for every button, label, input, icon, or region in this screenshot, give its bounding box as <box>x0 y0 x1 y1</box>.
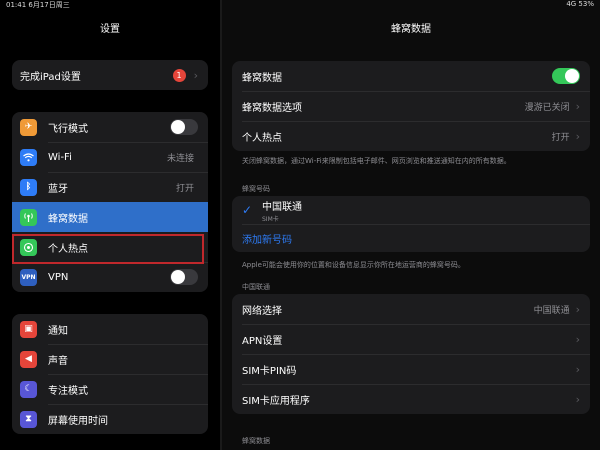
sidebar-item-label: Wi-Fi <box>48 151 72 163</box>
row-value: 打开 <box>551 132 570 143</box>
sidebar-item-screen-time[interactable]: ⧗ 屏幕使用时间 <box>12 404 208 434</box>
sidebar-item-wifi[interactable]: Wi-Fi 未连接 <box>12 142 208 172</box>
row-label: SIM卡PIN码 <box>242 365 297 377</box>
sidebar-item-label: 通知 <box>48 325 68 337</box>
row-label: 网络选择 <box>242 305 282 317</box>
checkmark-icon: ✓ <box>242 203 253 217</box>
page-title: 蜂窝数据 <box>391 24 431 35</box>
sidebar-item-label: 蓝牙 <box>48 183 68 195</box>
wifi-status: 未连接 <box>166 153 194 164</box>
chevron-right-icon: › <box>575 99 580 113</box>
connectivity-card: ✈ 飞行模式 Wi-Fi 未连接 ᛒ 蓝牙 打开 蜂窝数据 个人热点 VPN V… <box>12 112 208 292</box>
sidebar-item-label: VPN <box>48 271 69 283</box>
focus-icon: ☾ <box>20 380 37 398</box>
sidebar-item-airplane-mode[interactable]: ✈ 飞行模式 <box>12 112 208 142</box>
sidebar-item-bluetooth[interactable]: ᛒ 蓝牙 打开 <box>12 172 208 202</box>
sidebar-item-focus[interactable]: ☾ 专注模式 <box>12 374 208 404</box>
carrier-settings-card: 网络选择 中国联通 › APN设置 › SIM卡PIN码 › SIM卡应用程序 … <box>232 294 590 414</box>
row-label: APN设置 <box>242 335 283 347</box>
add-number-link[interactable]: 添加新号码 <box>242 231 590 246</box>
sidebar-title: 设置 <box>100 24 120 35</box>
sidebar-item-label: 专注模式 <box>48 385 88 397</box>
row-value: 中国联通 <box>533 305 570 316</box>
sidebar: 01:41 6月17日周三 设置 完成iPad设置 1 › ✈ 飞行模式 Wi-… <box>0 0 220 450</box>
cellular-data-toggle[interactable] <box>552 68 580 84</box>
apn-settings-row[interactable]: APN设置 › <box>232 324 590 354</box>
vpn-icon: VPN <box>20 268 37 286</box>
row-label: SIM卡应用程序 <box>242 395 310 407</box>
hotspot-highlight-box <box>12 234 204 264</box>
chevron-right-icon: › <box>575 332 580 346</box>
carrier-sub: SIM卡 <box>262 215 279 223</box>
status-battery: 4G 53% <box>566 0 594 8</box>
row-label: 个人热点 <box>242 132 282 144</box>
personal-hotspot-row[interactable]: 个人热点 打开 › <box>232 121 590 151</box>
carrier-name: 中国联通 <box>262 201 302 213</box>
section-header-data: 蜂窝数据 <box>242 437 270 445</box>
cellular-icon <box>20 208 37 226</box>
chevron-right-icon: › <box>575 129 580 143</box>
section-header-carrier: 中国联通 <box>242 283 270 291</box>
numbers-card: ✓ 中国联通 SIM卡 添加新号码 <box>232 196 590 252</box>
notifications-icon: ▣ <box>20 320 37 338</box>
row-label: 蜂窝数据选项 <box>242 102 302 114</box>
sidebar-item-label: 蜂窝数据 <box>48 213 88 225</box>
finish-ipad-setup-label: 完成iPad设置 <box>20 71 81 83</box>
status-time-date: 01:41 6月17日周三 <box>6 1 70 9</box>
cellular-data-row[interactable]: 蜂窝数据 <box>232 61 590 91</box>
sidebar-item-notifications[interactable]: ▣ 通知 <box>12 314 208 344</box>
detail-pane: 4G 53% 蜂窝数据 蜂窝数据 蜂窝数据选项 漫游已关闭 › 个人热点 打开 … <box>222 0 600 450</box>
sidebar-item-cellular[interactable]: 蜂窝数据 <box>12 202 208 232</box>
cellular-options-row[interactable]: 蜂窝数据选项 漫游已关闭 › <box>232 91 590 121</box>
bluetooth-icon: ᛒ <box>20 178 37 196</box>
airplane-mode-toggle[interactable] <box>170 119 198 135</box>
chevron-right-icon: › <box>193 68 198 82</box>
finish-ipad-setup-row[interactable]: 完成iPad设置 1 › <box>12 60 208 90</box>
screen-time-icon: ⧗ <box>20 410 37 428</box>
sidebar-item-vpn[interactable]: VPN VPN <box>12 262 208 292</box>
notifications-card: ▣ 通知 ◀ 声音 ☾ 专注模式 ⧗ 屏幕使用时间 <box>12 314 208 434</box>
sim-apps-row[interactable]: SIM卡应用程序 › <box>232 384 590 414</box>
sidebar-item-label: 飞行模式 <box>48 123 88 135</box>
sim-pin-row[interactable]: SIM卡PIN码 › <box>232 354 590 384</box>
wifi-icon <box>20 148 37 166</box>
sidebar-item-label: 声音 <box>48 355 68 367</box>
cellular-main-card: 蜂窝数据 蜂窝数据选项 漫游已关闭 › 个人热点 打开 › <box>232 61 590 151</box>
row-label: 蜂窝数据 <box>242 72 282 84</box>
row-value: 漫游已关闭 <box>524 102 570 113</box>
vpn-toggle[interactable] <box>170 269 198 285</box>
chevron-right-icon: › <box>575 362 580 376</box>
sounds-icon: ◀ <box>20 350 37 368</box>
settings-screen: 01:41 6月17日周三 设置 完成iPad设置 1 › ✈ 飞行模式 Wi-… <box>0 0 600 450</box>
notification-badge: 1 <box>172 68 186 82</box>
numbers-note: Apple可能会使用你的位置和设备信息显示你所在地运营商的蜂窝号码。 <box>242 261 465 269</box>
airplane-icon: ✈ <box>20 118 37 136</box>
bluetooth-status: 打开 <box>175 183 194 194</box>
finish-setup-card: 完成iPad设置 1 › <box>12 60 208 90</box>
chevron-right-icon: › <box>575 392 580 406</box>
sidebar-item-sounds[interactable]: ◀ 声音 <box>12 344 208 374</box>
carrier-row[interactable]: ✓ 中国联通 SIM卡 <box>232 196 590 224</box>
cellular-note: 关闭蜂窝数据，通过Wi-Fi来限制包括电子邮件、网页浏览和推送通知在内的所有数据… <box>242 157 511 165</box>
network-selection-row[interactable]: 网络选择 中国联通 › <box>232 294 590 324</box>
section-header-numbers: 蜂窝号码 <box>242 185 270 193</box>
add-number-row[interactable]: 添加新号码 <box>232 224 590 252</box>
sidebar-item-label: 屏幕使用时间 <box>48 415 108 427</box>
chevron-right-icon: › <box>575 302 580 316</box>
